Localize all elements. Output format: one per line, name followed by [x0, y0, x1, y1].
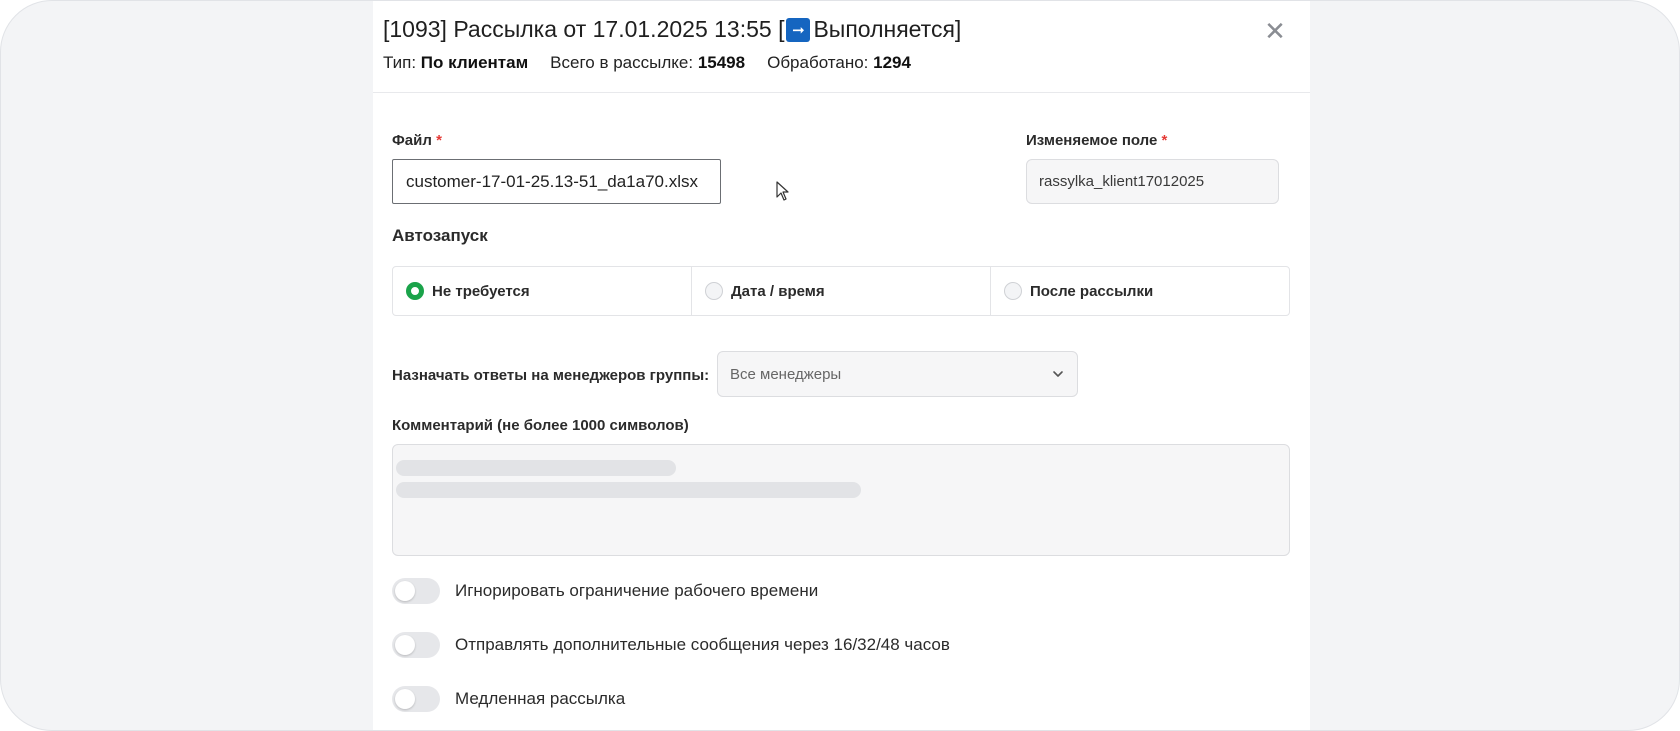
toggle-row-ignore-hours: Игнорировать ограничение рабочего времен…: [392, 578, 818, 604]
option-label: После рассылки: [1030, 282, 1154, 300]
radio-checked-icon: [406, 282, 424, 300]
blurred-text-line: [396, 482, 861, 498]
app-frame: [1093] Рассылка от 17.01.2025 13:55 [ ➞ …: [0, 0, 1680, 731]
type-label: Тип:: [383, 53, 417, 72]
assign-managers-label: Назначать ответы на менеджеров группы:: [392, 367, 710, 384]
field-value: rassylka_klient17012025: [1039, 173, 1205, 190]
total-label: Всего в рассылке:: [550, 53, 694, 72]
processed-label: Обработано:: [767, 53, 869, 72]
toggle-row-extra-messages: Отправлять дополнительные сообщения чере…: [392, 632, 950, 658]
file-label: Файл *: [392, 132, 442, 149]
field-label: Изменяемое поле *: [1026, 132, 1168, 149]
type-value: По клиентам: [420, 53, 529, 72]
toggle-label: Отправлять дополнительные сообщения чере…: [455, 635, 950, 654]
processed-info: Обработано: 1294: [767, 53, 911, 73]
comment-textarea[interactable]: [392, 444, 1290, 556]
mailing-meta: Тип: По клиентам Всего в рассылке: 15498…: [383, 53, 911, 73]
modal-title: [1093] Рассылка от 17.01.2025 13:55 [ ➞ …: [383, 16, 961, 43]
slow-mailing-toggle[interactable]: [392, 686, 440, 712]
total-value: 15498: [697, 53, 746, 72]
required-mark: *: [436, 132, 442, 149]
chevron-down-icon: [1053, 371, 1063, 377]
mouse-cursor-icon: [776, 181, 789, 201]
status-label: Выполняется]: [813, 16, 962, 42]
changeable-field-input[interactable]: rassylka_klient17012025: [1026, 159, 1279, 204]
managers-select[interactable]: Все менеджеры: [717, 351, 1078, 397]
option-label: Дата / время: [731, 282, 825, 300]
title-text: [1093] Рассылка от 17.01.2025 13:55 [: [383, 16, 785, 42]
type-info: Тип: По клиентам: [383, 53, 528, 73]
extra-messages-toggle[interactable]: [392, 632, 440, 658]
radio-unchecked-icon: [705, 282, 723, 300]
managers-select-value: Все менеджеры: [730, 365, 842, 383]
required-mark: *: [1161, 132, 1168, 149]
toggle-label: Медленная рассылка: [455, 689, 626, 708]
blurred-text-line: [396, 460, 676, 476]
ignore-hours-toggle[interactable]: [392, 578, 440, 604]
comment-label: Комментарий (не более 1000 символов): [392, 417, 689, 434]
right-arrow-icon: ➞: [786, 17, 811, 42]
mailing-modal: [1093] Рассылка от 17.01.2025 13:55 [ ➞ …: [373, 1, 1310, 730]
radio-unchecked-icon: [1004, 282, 1022, 300]
modal-header: [1093] Рассылка от 17.01.2025 13:55 [ ➞ …: [373, 1, 1310, 93]
toggle-row-slow-mailing: Медленная рассылка: [392, 686, 625, 712]
file-value: customer-17-01-25.13-51_da1a70.xlsx: [406, 171, 699, 191]
autostart-option-none[interactable]: Не требуется: [393, 267, 692, 315]
file-input[interactable]: customer-17-01-25.13-51_da1a70.xlsx: [392, 159, 721, 204]
close-icon[interactable]: ✕: [1260, 16, 1290, 46]
autostart-option-after-mailing[interactable]: После рассылки: [991, 267, 1289, 315]
toggle-label: Игнорировать ограничение рабочего времен…: [455, 581, 819, 600]
autostart-radio-group: Не требуется Дата / время После рассылки: [392, 266, 1290, 316]
option-label: Не требуется: [432, 282, 530, 300]
processed-value: 1294: [873, 53, 911, 72]
total-info: Всего в рассылке: 15498: [550, 53, 745, 73]
autostart-title: Автозапуск: [392, 226, 488, 245]
autostart-option-datetime[interactable]: Дата / время: [692, 267, 991, 315]
